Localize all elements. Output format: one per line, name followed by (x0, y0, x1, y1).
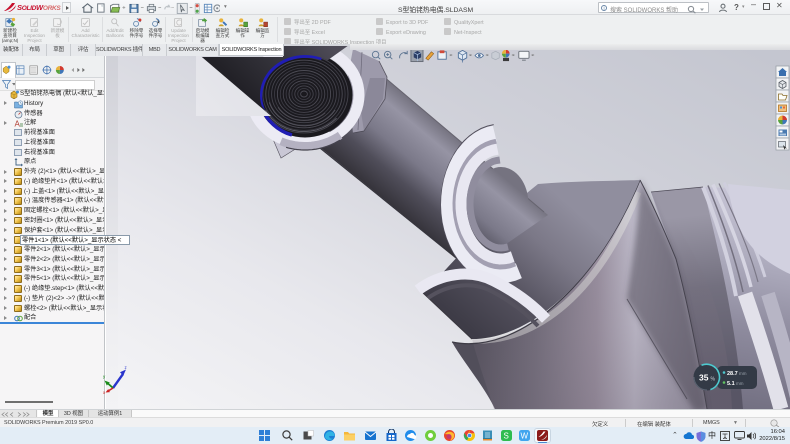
svg-text:x: x (103, 390, 106, 394)
svg-text:28.7: 28.7 (727, 371, 738, 377)
svg-text:35: 35 (699, 373, 709, 383)
svg-text:mm: mm (739, 371, 747, 376)
svg-text:A: A (15, 120, 21, 129)
svg-text:S: S (504, 432, 509, 441)
svg-text:mm: mm (736, 381, 744, 386)
svg-text:W: W (521, 432, 529, 441)
svg-text:%: % (711, 377, 716, 383)
svg-text:5.1: 5.1 (727, 381, 735, 387)
svg-text:z: z (125, 365, 128, 370)
svg-text:y: y (103, 374, 106, 379)
